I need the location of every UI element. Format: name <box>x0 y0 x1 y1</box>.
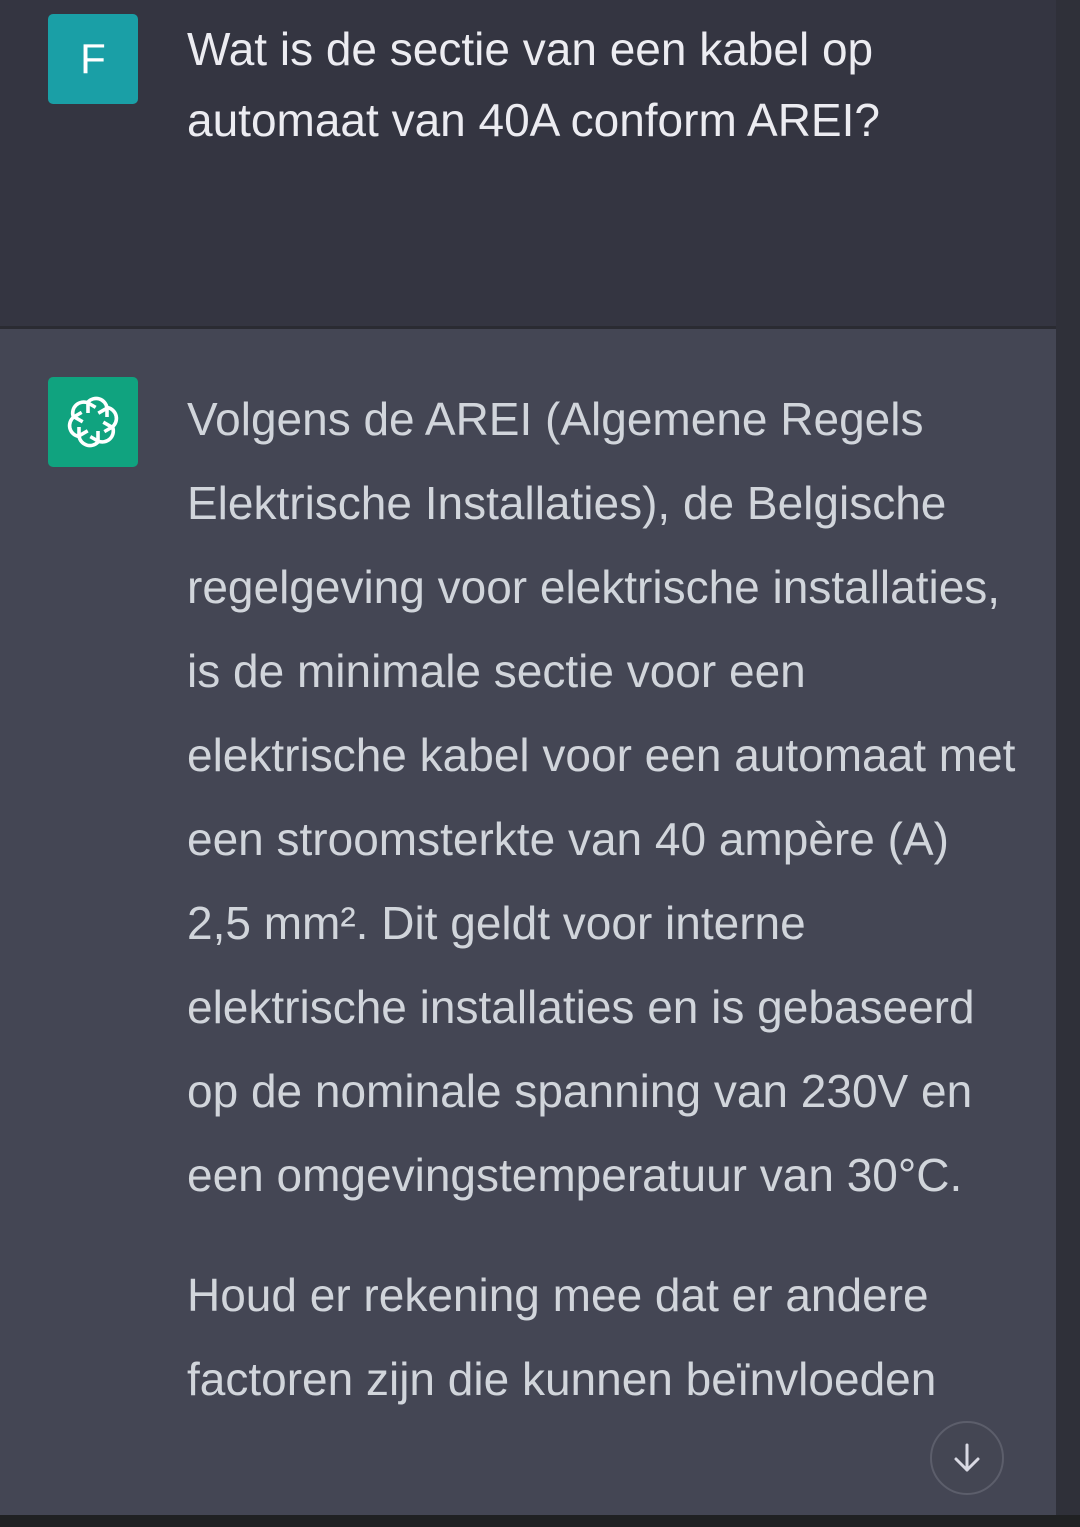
assistant-avatar <box>48 377 138 467</box>
arrow-down-icon <box>954 1443 980 1472</box>
scroll-down-button[interactable] <box>930 1421 1004 1495</box>
user-message-text: Wat is de sectie van een kabel op automa… <box>187 23 880 146</box>
assistant-message: Volgens de AREI (Algemene Regels Elektri… <box>0 329 1056 1527</box>
assistant-paragraph-2: Houd er rekening mee dat er andere facto… <box>187 1269 937 1405</box>
bottom-bar <box>0 1515 1080 1527</box>
user-message: F Wat is de sectie van een kabel op auto… <box>0 0 1056 329</box>
openai-logo-icon <box>67 396 119 448</box>
user-avatar: F <box>48 14 138 104</box>
assistant-paragraph-1: Volgens de AREI (Algemene Regels Elektri… <box>187 393 1016 1201</box>
scrollbar-track[interactable] <box>1056 0 1080 1527</box>
user-avatar-initial: F <box>80 35 106 82</box>
chat-area: F Wat is de sectie van een kabel op auto… <box>0 0 1056 1527</box>
assistant-message-text: Volgens de AREI (Algemene Regels Elektri… <box>187 377 1017 1421</box>
